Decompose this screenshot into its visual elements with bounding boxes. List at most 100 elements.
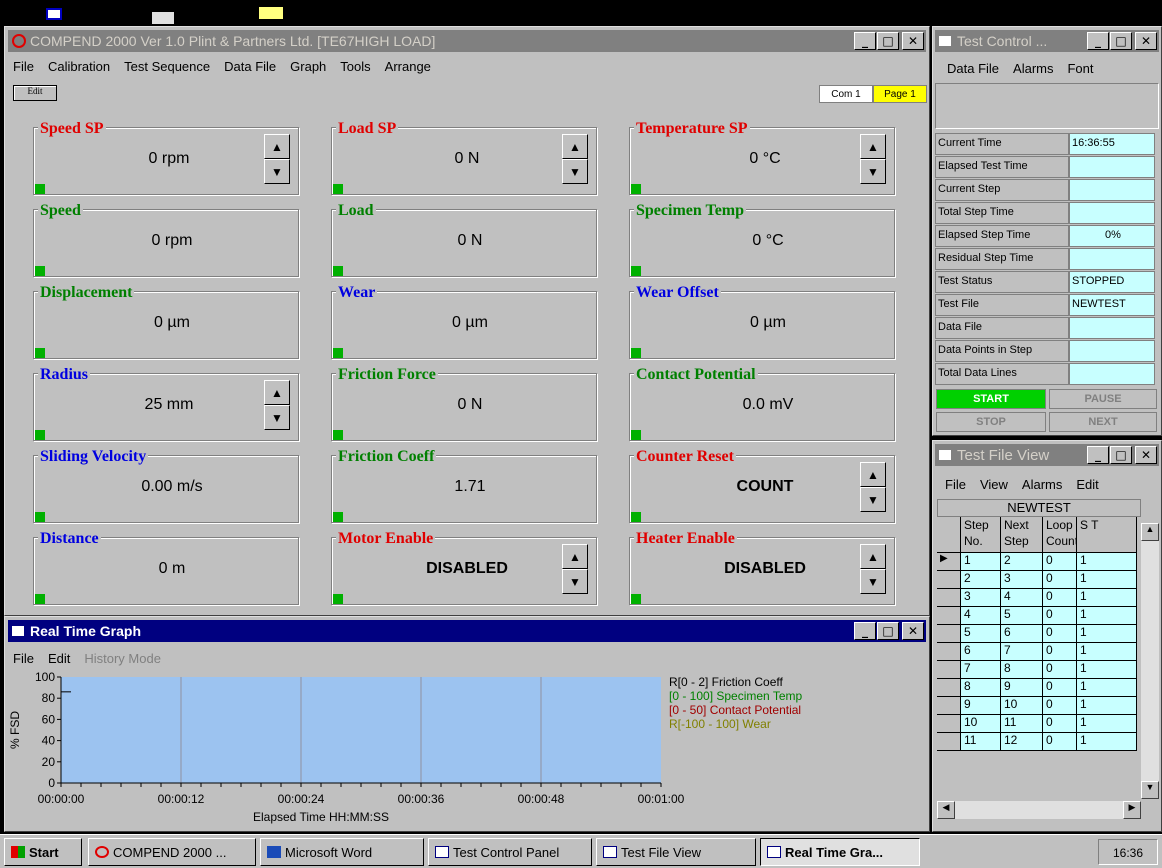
vertical-scrollbar[interactable]: ▲ ▼ [1141,523,1159,799]
table-cell[interactable]: 1 [1077,571,1137,589]
system-tray-clock[interactable]: 16:36 [1098,839,1158,865]
table-cell[interactable]: 11 [1001,715,1043,733]
stop-button[interactable]: STOP [936,412,1046,432]
table-cell[interactable]: 1 [1077,589,1137,607]
table-cell[interactable]: 0 [1043,715,1077,733]
table-cell[interactable]: 6 [961,643,1001,661]
table-cell[interactable]: 0 [1043,625,1077,643]
menu-file[interactable]: File [13,59,34,74]
table-cell[interactable]: 0 [1043,697,1077,715]
desktop-icon-computer[interactable] [46,8,62,20]
table-cell[interactable]: 1 [1077,715,1137,733]
menu-font[interactable]: Font [1067,61,1093,76]
menu-tools[interactable]: Tools [340,59,370,74]
table-cell[interactable]: 3 [961,589,1001,607]
spin-up-arrow[interactable]: ▲ [562,134,588,159]
spin-down-arrow[interactable]: ▼ [562,569,588,594]
menu-view[interactable]: View [980,477,1008,492]
horizontal-scrollbar[interactable]: ◀ ▶ [937,801,1141,819]
pause-button[interactable]: PAUSE [1049,389,1157,409]
desktop-icon-network[interactable] [258,6,284,20]
table-cell[interactable]: 0 [1043,661,1077,679]
table-cell[interactable]: 9 [1001,679,1043,697]
scroll-left-arrow[interactable]: ◀ [937,801,955,819]
scroll-right-arrow[interactable]: ▶ [1123,801,1141,819]
test-file-view-title-bar[interactable]: Test File View _ □ ✕ [935,444,1159,466]
menu-alarms[interactable]: Alarms [1022,477,1062,492]
menu-test-sequence[interactable]: Test Sequence [124,59,210,74]
table-cell[interactable]: 1 [961,553,1001,571]
start-button[interactable]: START [936,389,1046,409]
table-cell[interactable]: 0 [1043,733,1077,751]
menu-edit[interactable]: Edit [48,651,70,666]
taskbar-button-microsoft-word[interactable]: Microsoft Word [260,838,424,866]
desktop-icon-word[interactable] [152,12,174,24]
graph-title-bar[interactable]: Real Time Graph _ □ ✕ [8,620,926,642]
table-cell[interactable]: 1 [1077,625,1137,643]
menu-graph[interactable]: Graph [290,59,326,74]
spin-down-arrow[interactable]: ▼ [264,405,290,430]
table-cell[interactable]: 1 [1077,679,1137,697]
table-cell[interactable]: 7 [961,661,1001,679]
tc-minimize-button[interactable]: _ [1087,32,1109,50]
spin-down-arrow[interactable]: ▼ [860,487,886,512]
menu-calibration[interactable]: Calibration [48,59,110,74]
table-cell[interactable]: 1 [1077,607,1137,625]
table-cell[interactable]: 11 [961,733,1001,751]
table-cell[interactable]: 1 [1077,643,1137,661]
table-cell[interactable]: 2 [1001,553,1043,571]
table-cell[interactable]: 1 [1077,661,1137,679]
menu-data-file[interactable]: Data File [947,61,999,76]
close-button[interactable]: ✕ [902,32,924,50]
scroll-up-arrow[interactable]: ▲ [1141,523,1159,541]
minimize-button[interactable]: _ [854,32,876,50]
spin-down-arrow[interactable]: ▼ [860,159,886,184]
next-button[interactable]: NEXT [1049,412,1157,432]
table-cell[interactable]: 10 [961,715,1001,733]
tfv-close-button[interactable]: ✕ [1135,446,1157,464]
tfv-minimize-button[interactable]: _ [1087,446,1109,464]
taskbar-button-test-file-view[interactable]: Test File View [596,838,756,866]
column-header[interactable]: Next Step [1001,517,1043,553]
maximize-button[interactable]: □ [877,32,899,50]
spin-up-arrow[interactable]: ▲ [860,544,886,569]
table-cell[interactable]: 2 [961,571,1001,589]
menu-edit[interactable]: Edit [1076,477,1098,492]
menu-file[interactable]: File [13,651,34,666]
spin-up-arrow[interactable]: ▲ [562,544,588,569]
tfv-maximize-button[interactable]: □ [1110,446,1132,464]
start-menu-button[interactable]: Start [4,838,82,866]
graph-minimize-button[interactable]: _ [854,622,876,640]
taskbar-button-real-time-gra[interactable]: Real Time Gra... [760,838,920,866]
row-selector[interactable] [937,625,961,643]
spin-up-arrow[interactable]: ▲ [264,380,290,405]
test-control-title-bar[interactable]: Test Control ... _ □ ✕ [935,30,1159,52]
row-selector[interactable] [937,715,961,733]
taskbar-button-test-control-panel[interactable]: Test Control Panel [428,838,592,866]
table-cell[interactable]: 0 [1043,589,1077,607]
scroll-down-arrow[interactable]: ▼ [1141,781,1159,799]
row-selector[interactable] [937,697,961,715]
tc-close-button[interactable]: ✕ [1135,32,1157,50]
main-title-bar[interactable]: COMPEND 2000 Ver 1.0 Plint & Partners Lt… [8,30,926,52]
column-header[interactable]: Loop Count [1043,517,1078,553]
row-selector[interactable] [937,589,961,607]
table-cell[interactable]: 4 [961,607,1001,625]
table-cell[interactable]: 1 [1077,697,1137,715]
menu-data-file[interactable]: Data File [224,59,276,74]
table-cell[interactable]: 0 [1043,679,1077,697]
table-cell[interactable]: 4 [1001,589,1043,607]
table-cell[interactable]: 0 [1043,571,1077,589]
table-cell[interactable]: 1 [1077,553,1137,571]
table-cell[interactable]: 7 [1001,643,1043,661]
tc-maximize-button[interactable]: □ [1110,32,1132,50]
table-cell[interactable]: 5 [1001,607,1043,625]
column-header[interactable]: S T [1077,517,1137,553]
graph-maximize-button[interactable]: □ [877,622,899,640]
row-selector[interactable] [937,571,961,589]
table-cell[interactable]: 1 [1077,733,1137,751]
table-cell[interactable]: 9 [961,697,1001,715]
menu-history-mode[interactable]: History Mode [84,651,161,666]
spin-down-arrow[interactable]: ▼ [860,569,886,594]
spin-down-arrow[interactable]: ▼ [264,159,290,184]
